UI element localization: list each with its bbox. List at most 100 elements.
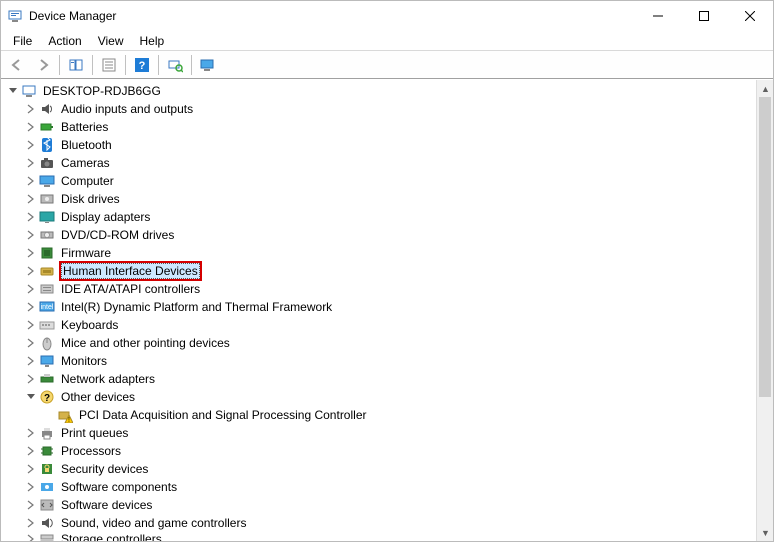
category-label: Mice and other pointing devices [59, 336, 232, 350]
toolbar-separator [158, 55, 159, 75]
expander-icon[interactable] [23, 264, 37, 278]
tree-category[interactable]: Firmware [5, 244, 756, 262]
disk-icon [39, 191, 55, 207]
tree-category[interactable]: Keyboards [5, 316, 756, 334]
computer-icon [21, 83, 37, 99]
titlebar: Device Manager [1, 1, 773, 31]
expander-icon[interactable] [23, 282, 37, 296]
menu-file[interactable]: File [5, 31, 40, 50]
tree-category[interactable]: DVD/CD-ROM drives [5, 226, 756, 244]
minimize-button[interactable] [635, 1, 681, 31]
close-button[interactable] [727, 1, 773, 31]
expander-icon[interactable] [5, 84, 19, 98]
scroll-thumb[interactable] [759, 97, 771, 397]
expander-icon[interactable] [23, 336, 37, 350]
expander-icon[interactable] [23, 102, 37, 116]
svg-text:?: ? [44, 393, 50, 404]
add-legacy-hardware-button[interactable] [196, 53, 220, 77]
expander-icon[interactable] [23, 444, 37, 458]
tree-category[interactable]: IDE ATA/ATAPI controllers [5, 280, 756, 298]
security-icon [39, 461, 55, 477]
category-label: IDE ATA/ATAPI controllers [59, 282, 202, 296]
tree-category[interactable]: intel Intel(R) Dynamic Platform and Ther… [5, 298, 756, 316]
expander-icon[interactable] [23, 426, 37, 440]
svg-text:intel: intel [41, 304, 54, 311]
sound-icon [39, 515, 55, 531]
expander-icon[interactable] [23, 210, 37, 224]
help-button[interactable]: ? [130, 53, 154, 77]
tree-category[interactable]: Print queues [5, 424, 756, 442]
expander-icon[interactable] [23, 174, 37, 188]
expander-icon[interactable] [23, 480, 37, 494]
menu-help[interactable]: Help [132, 31, 173, 50]
tree-category[interactable]: Software components [5, 478, 756, 496]
tree-category[interactable]: ? Other devices [5, 388, 756, 406]
expander-icon[interactable] [23, 498, 37, 512]
tree-category[interactable]: Batteries [5, 118, 756, 136]
category-label: Human Interface Devices [61, 263, 200, 279]
expander-icon[interactable] [23, 228, 37, 242]
expander-icon[interactable] [23, 462, 37, 476]
expander-icon[interactable] [23, 516, 37, 530]
tree-category[interactable]: Sound, video and game controllers [5, 514, 756, 532]
category-label: Software devices [59, 498, 154, 512]
softcomp-icon [39, 479, 55, 495]
maximize-button[interactable] [681, 1, 727, 31]
tree-category[interactable]: Processors [5, 442, 756, 460]
scroll-down-button[interactable]: ▼ [757, 524, 774, 541]
show-hide-tree-button[interactable] [64, 53, 88, 77]
expander-icon[interactable] [23, 318, 37, 332]
other-icon: ? [39, 389, 55, 405]
category-label: Cameras [59, 156, 112, 170]
menu-action[interactable]: Action [40, 31, 89, 50]
category-label: Disk drives [59, 192, 122, 206]
firmware-icon [39, 245, 55, 261]
tree-category[interactable]: Audio inputs and outputs [5, 100, 756, 118]
category-label: Print queues [59, 426, 130, 440]
category-label: Other devices [59, 390, 137, 404]
back-button[interactable] [5, 53, 29, 77]
expander-icon[interactable] [23, 390, 37, 404]
expander-icon[interactable] [23, 246, 37, 260]
tree-category[interactable]: Network adapters [5, 370, 756, 388]
forward-button[interactable] [31, 53, 55, 77]
category-label: Keyboards [59, 318, 120, 332]
expander-icon[interactable] [23, 300, 37, 314]
tree-category[interactable]: Computer [5, 172, 756, 190]
expander-icon[interactable] [23, 532, 37, 541]
menu-view[interactable]: View [90, 31, 132, 50]
tree-device[interactable]: ! PCI Data Acquisition and Signal Proces… [5, 406, 756, 424]
network-icon [39, 371, 55, 387]
expander-icon[interactable] [23, 354, 37, 368]
category-label: Audio inputs and outputs [59, 102, 195, 116]
tree-category[interactable]: Security devices [5, 460, 756, 478]
tree-category[interactable]: Mice and other pointing devices [5, 334, 756, 352]
category-label: Firmware [59, 246, 113, 260]
scan-hardware-button[interactable] [163, 53, 187, 77]
expander-icon[interactable] [23, 120, 37, 134]
menubar: File Action View Help [1, 31, 773, 51]
category-label: Software components [59, 480, 179, 494]
tree-category[interactable]: Bluetooth [5, 136, 756, 154]
toolbar-separator [191, 55, 192, 75]
toolbar-separator [125, 55, 126, 75]
battery-icon [39, 119, 55, 135]
scroll-up-button[interactable]: ▲ [757, 80, 774, 97]
tree-category[interactable]: Monitors [5, 352, 756, 370]
tree-category[interactable]: Cameras [5, 154, 756, 172]
expander-icon[interactable] [23, 372, 37, 386]
vertical-scrollbar[interactable]: ▲ ▼ [756, 80, 773, 541]
tree-category[interactable]: Display adapters [5, 208, 756, 226]
tree-category[interactable]: Disk drives [5, 190, 756, 208]
tree-category[interactable]: Storage controllers [5, 532, 756, 541]
tree-root[interactable]: DESKTOP-RDJB6GG [5, 82, 756, 100]
tree-category[interactable]: Software devices [5, 496, 756, 514]
category-label: DVD/CD-ROM drives [59, 228, 176, 242]
device-tree[interactable]: DESKTOP-RDJB6GG Audio inputs and outputs… [1, 80, 756, 541]
category-label: Processors [59, 444, 123, 458]
expander-icon[interactable] [23, 156, 37, 170]
properties-button[interactable] [97, 53, 121, 77]
expander-icon[interactable] [23, 138, 37, 152]
tree-category[interactable]: Human Interface Devices [5, 262, 756, 280]
expander-icon[interactable] [23, 192, 37, 206]
